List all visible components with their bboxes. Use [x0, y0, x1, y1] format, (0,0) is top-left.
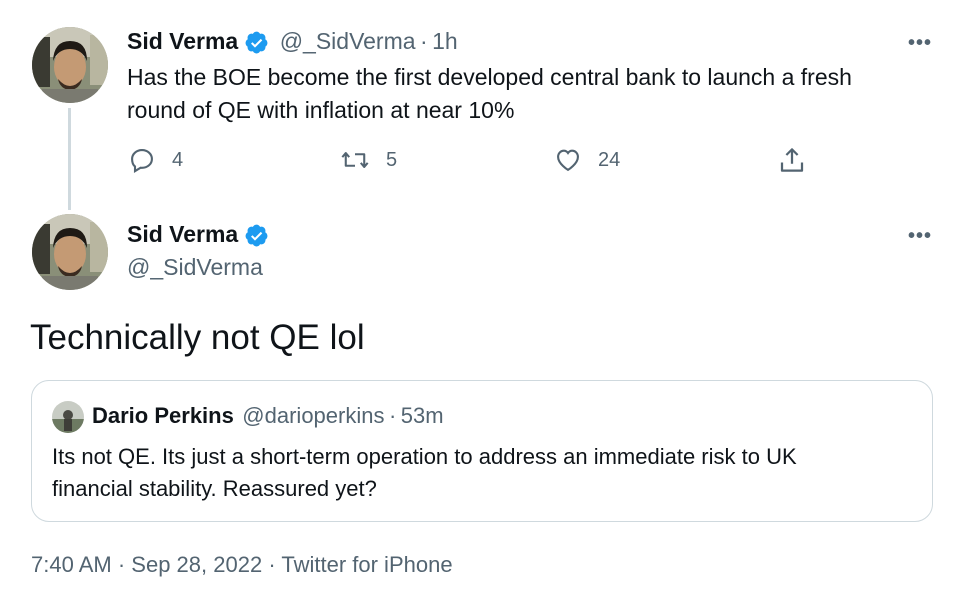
tweet1-header: Sid Verma @_SidVerma · 1h	[127, 28, 458, 60]
separator-dot: ·	[268, 552, 276, 577]
tweet1-text-line: round of QE with inflation at near 10%	[127, 97, 515, 123]
thread-line	[68, 108, 71, 210]
reply-icon	[131, 149, 153, 173]
share-button[interactable]	[777, 145, 823, 175]
tweet2-header: Sid Verma	[127, 221, 269, 253]
separator-dot: ·	[117, 552, 126, 577]
quote-text-line: financial stability. Reassured yet?	[52, 476, 377, 501]
verified-badge-icon	[244, 223, 269, 253]
retweet-button[interactable]: 5	[340, 146, 397, 174]
like-button[interactable]: 24	[554, 146, 620, 174]
tweet-date[interactable]: Sep 28, 2022	[131, 552, 262, 577]
quoted-tweet[interactable]: Dario Perkins @darioperkins · 53m Its no…	[31, 380, 933, 522]
quote-author-name: Dario Perkins	[92, 403, 234, 428]
more-options-icon[interactable]: •••	[908, 32, 932, 55]
avatar-photo	[52, 401, 84, 433]
reply-count: 4	[172, 148, 184, 171]
author-handle[interactable]: @_SidVerma	[127, 254, 263, 281]
avatar[interactable]	[32, 214, 108, 290]
quote-time: 53m	[400, 403, 444, 428]
tweet1-text-line: Has the BOE become the first developed c…	[127, 64, 852, 90]
avatar[interactable]	[32, 27, 108, 103]
like-count: 24	[598, 148, 621, 171]
share-icon	[780, 148, 804, 172]
tweet-time[interactable]: 7:40 AM	[31, 552, 112, 577]
verified-badge-icon	[244, 30, 269, 60]
tweet1-text: Has the BOE become the first developed c…	[127, 61, 927, 127]
quote-header: Dario Perkins @darioperkins · 53m	[92, 403, 444, 429]
author-handle[interactable]: @_SidVerma	[280, 28, 416, 54]
heart-icon	[557, 149, 579, 172]
tweet2-text: Technically not QE lol	[30, 318, 365, 357]
tweet-time[interactable]: 1h	[432, 28, 458, 54]
avatar	[52, 401, 84, 433]
separator-dot: ·	[388, 403, 397, 428]
retweet-count: 5	[386, 148, 398, 171]
author-name[interactable]: Sid Verma	[127, 221, 238, 247]
author-name[interactable]: Sid Verma	[127, 28, 238, 54]
separator-dot: ·	[420, 28, 428, 54]
more-options-icon[interactable]: •••	[908, 225, 932, 248]
tweet-metadata: 7:40 AM · Sep 28, 2022 · Twitter for iPh…	[31, 552, 453, 578]
quote-text-line: Its not QE. Its just a short-term operat…	[52, 444, 797, 469]
retweet-icon	[341, 152, 369, 168]
reply-button[interactable]: 4	[128, 146, 183, 174]
quote-author-handle: @darioperkins	[242, 403, 385, 428]
tweet-source[interactable]: Twitter for iPhone	[281, 552, 452, 577]
avatar-photo	[32, 27, 108, 103]
quote-text: Its not QE. Its just a short-term operat…	[52, 441, 922, 505]
avatar-photo	[32, 214, 108, 290]
